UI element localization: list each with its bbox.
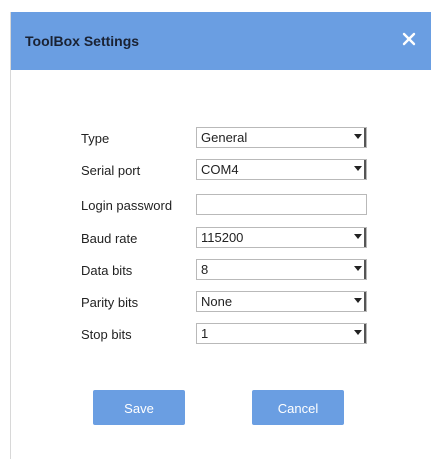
stop-bits-label: Stop bits <box>81 327 132 342</box>
parity-bits-label: Parity bits <box>81 295 139 310</box>
login-password-row: Login password <box>11 194 431 218</box>
login-password-input[interactable] <box>196 194 367 215</box>
serial-port-row: Serial port COM4 <box>11 159 431 183</box>
data-bits-value: 8 <box>201 262 209 277</box>
data-bits-select[interactable]: 8 <box>196 259 367 280</box>
parity-bits-select[interactable]: None <box>196 291 367 312</box>
login-password-label: Login password <box>81 198 173 213</box>
baud-rate-label: Baud rate <box>81 231 138 246</box>
dialog-title: ToolBox Settings <box>25 33 140 49</box>
baud-rate-row: Baud rate 115200 <box>11 227 431 251</box>
parity-bits-row: Parity bits None <box>11 291 431 315</box>
serial-port-select[interactable]: COM4 <box>196 159 367 180</box>
cancel-button[interactable]: Cancel <box>252 390 344 425</box>
parity-bits-value: None <box>201 294 233 309</box>
chevron-down-icon <box>350 160 366 179</box>
type-row: Type General <box>11 127 431 151</box>
save-button[interactable]: Save <box>93 390 185 425</box>
serial-port-value: COM4 <box>201 162 239 177</box>
chevron-down-icon <box>350 324 366 343</box>
chevron-down-icon <box>350 128 366 147</box>
chevron-down-icon <box>350 228 366 247</box>
toolbox-settings-dialog: ToolBox Settings Type General Serial por… <box>10 12 431 459</box>
dialog-titlebar: ToolBox Settings <box>11 12 431 70</box>
stop-bits-value: 1 <box>201 326 209 341</box>
type-label: Type <box>81 131 110 146</box>
stop-bits-row: Stop bits 1 <box>11 323 431 347</box>
baud-rate-select[interactable]: 115200 <box>196 227 367 248</box>
data-bits-row: Data bits 8 <box>11 259 431 283</box>
close-icon[interactable] <box>396 26 422 52</box>
chevron-down-icon <box>350 292 366 311</box>
stop-bits-select[interactable]: 1 <box>196 323 367 344</box>
data-bits-label: Data bits <box>81 263 133 278</box>
serial-port-label: Serial port <box>81 163 141 178</box>
chevron-down-icon <box>350 260 366 279</box>
type-value: General <box>201 130 248 145</box>
type-select[interactable]: General <box>196 127 367 148</box>
baud-rate-value: 115200 <box>201 230 244 245</box>
